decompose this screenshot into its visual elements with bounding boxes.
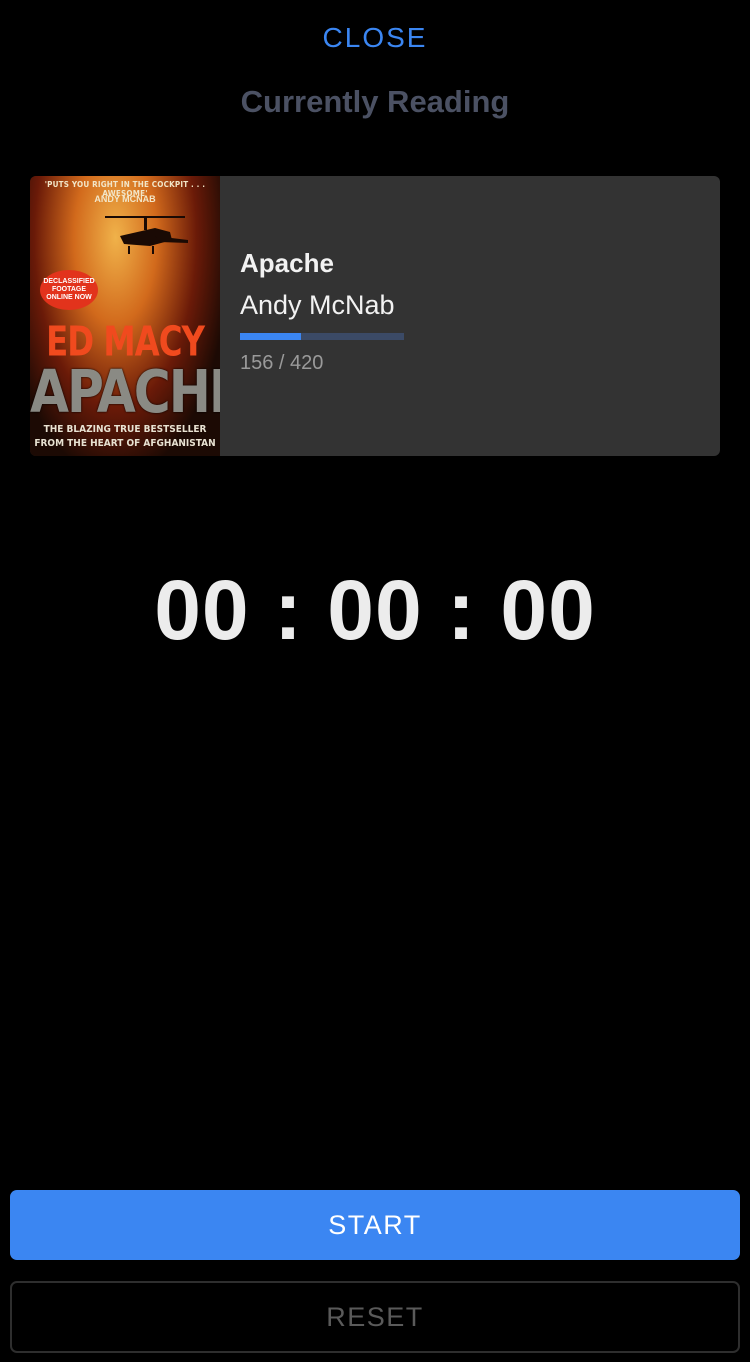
reset-button[interactable]: RESET <box>10 1281 740 1353</box>
cover-title: APACHE <box>30 358 220 427</box>
reading-progress-fill <box>240 333 301 340</box>
book-author: Andy McNab <box>240 290 395 320</box>
cover-badge: DECLASSIFIED FOOTAGE ONLINE NOW <box>40 270 98 310</box>
page-count: 156 / 420 <box>240 352 324 374</box>
book-info: Apache Andy McNab 156 / 420 <box>220 176 720 456</box>
cover-tagline-line-2: FROM THE HEART OF AFGHANISTAN <box>34 438 216 449</box>
book-cover-image: 'PUTS YOU RIGHT IN THE COCKPIT . . . AWE… <box>30 176 220 456</box>
cover-tagline-line-1: THE BLAZING TRUE BESTSELLER <box>43 424 207 435</box>
helicopter-icon <box>105 216 188 254</box>
reading-progress-bar <box>240 333 404 340</box>
timer-display: 00 : 00 : 00 <box>154 563 596 657</box>
current-book-card[interactable]: 'PUTS YOU RIGHT IN THE COCKPIT . . . AWE… <box>30 176 720 456</box>
cover-tagline: THE BLAZING TRUE BESTSELLER FROM THE HEA… <box>30 423 220 451</box>
cover-quote-author: ANDY MCNAB <box>94 194 156 204</box>
start-button[interactable]: START <box>10 1190 740 1260</box>
reading-timer-screen: CLOSE Currently Reading 'PUTS YOU RIGHT … <box>0 0 750 1362</box>
close-button[interactable]: CLOSE <box>0 22 750 54</box>
book-title: Apache <box>240 248 334 278</box>
page-title: Currently Reading <box>240 84 510 119</box>
